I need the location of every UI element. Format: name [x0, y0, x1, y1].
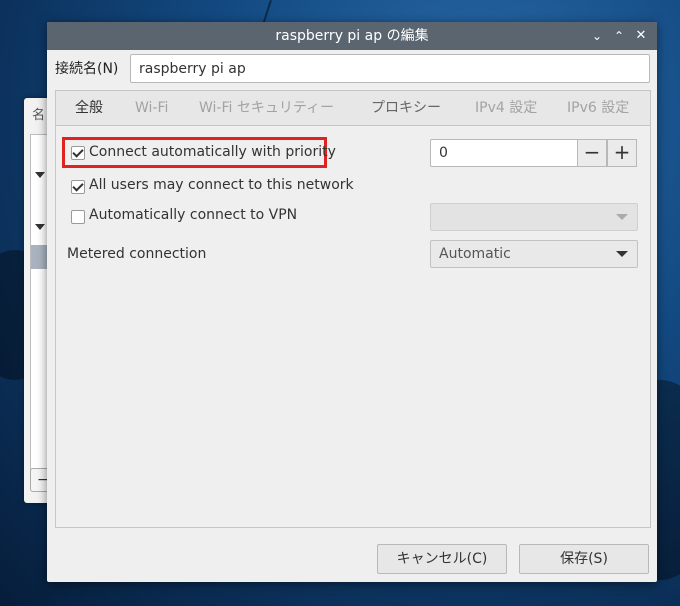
increment-button[interactable]: + [607, 139, 637, 167]
vpn-select [430, 203, 638, 231]
auto-vpn-checkbox[interactable] [71, 210, 85, 224]
tab-bar: 全般 Wi-Fi Wi-Fi セキュリティー プロキシー IPv4 設定 IPv… [56, 91, 650, 126]
all-users-label[interactable]: All users may connect to this network [89, 177, 354, 193]
settings-notebook: 全般 Wi-Fi Wi-Fi セキュリティー プロキシー IPv4 設定 IPv… [55, 90, 651, 528]
priority-input[interactable] [430, 139, 578, 167]
tab-proxy[interactable]: プロキシー [371, 91, 441, 125]
auto-connect-checkbox[interactable] [71, 146, 85, 160]
title-bar[interactable]: raspberry pi ap の編集 ⌄ ⌃ ✕ [47, 22, 657, 50]
tab-ipv6[interactable]: IPv6 設定 [567, 91, 629, 125]
metered-connection-value: Automatic [439, 246, 511, 262]
cancel-button[interactable]: キャンセル(C) [377, 544, 507, 574]
connection-name-label: 接続名(N) [55, 61, 119, 77]
chevron-down-icon[interactable]: ⌄ [587, 22, 607, 50]
priority-stepper: − + [430, 139, 638, 167]
expand-arrow-icon[interactable] [35, 172, 45, 178]
chevron-up-icon[interactable]: ⌃ [609, 22, 629, 50]
connection-name-row: 接続名(N) [55, 54, 651, 86]
tab-ipv4[interactable]: IPv4 設定 [475, 91, 537, 125]
tab-wifi-security[interactable]: Wi-Fi セキュリティー [199, 91, 334, 125]
close-icon[interactable]: ✕ [631, 22, 651, 50]
chevron-down-icon [616, 214, 628, 220]
connection-name-input[interactable] [130, 54, 650, 83]
save-button[interactable]: 保存(S) [519, 544, 649, 574]
auto-vpn-label[interactable]: Automatically connect to VPN [89, 207, 297, 223]
auto-connect-label[interactable]: Connect automatically with priority [89, 144, 336, 160]
edit-connection-dialog: raspberry pi ap の編集 ⌄ ⌃ ✕ 接続名(N) 全般 Wi-F… [47, 22, 657, 582]
chevron-down-icon [616, 251, 628, 257]
tab-wifi[interactable]: Wi-Fi [135, 91, 168, 125]
decrement-button[interactable]: − [577, 139, 607, 167]
tab-general[interactable]: 全般 [75, 91, 103, 125]
background-column-header: 名 [32, 108, 46, 123]
metered-connection-select[interactable]: Automatic [430, 240, 638, 268]
general-panel: Connect automatically with priority − + … [56, 126, 650, 526]
metered-connection-label: Metered connection [67, 246, 207, 262]
expand-arrow-icon[interactable] [35, 224, 45, 230]
all-users-checkbox[interactable] [71, 180, 85, 194]
window-title: raspberry pi ap の編集 [275, 28, 429, 44]
